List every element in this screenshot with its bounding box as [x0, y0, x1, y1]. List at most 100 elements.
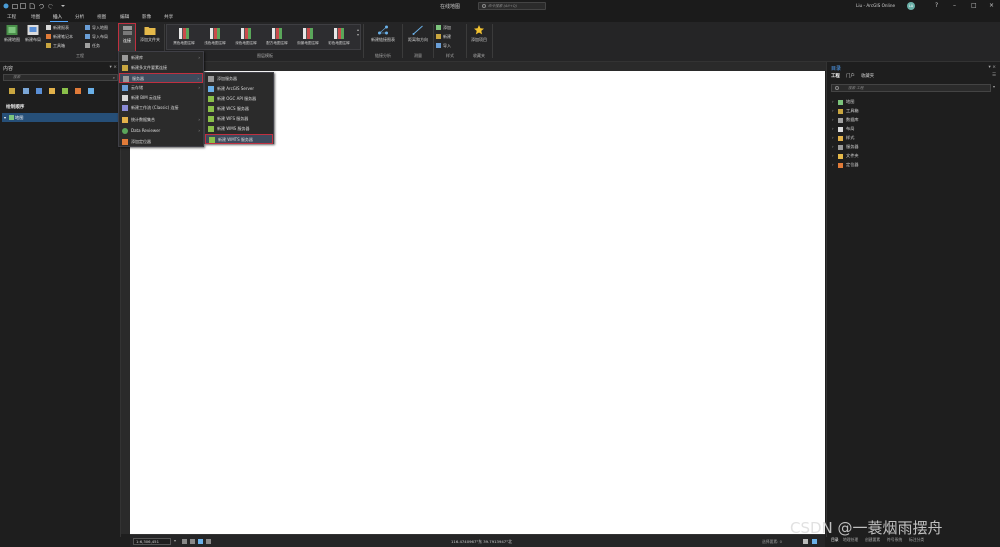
menu-item-server[interactable]: 服务器 ›	[119, 73, 203, 83]
minimize-icon[interactable]: –	[953, 3, 956, 9]
close-icon[interactable]: ×	[989, 3, 994, 9]
new-icon[interactable]	[29, 3, 35, 9]
help-icon[interactable]: ?	[935, 3, 938, 9]
catalog-item-locators[interactable]: › 定位器	[832, 161, 982, 170]
tab-analysis[interactable]: 分析	[75, 14, 84, 20]
submenu-item-new-wmts-server[interactable]: 新建 WMTS 服务器	[205, 134, 273, 144]
distance-direction-button[interactable]: 距离和方向	[404, 23, 432, 51]
rotate-icon[interactable]	[206, 539, 211, 544]
search-options-icon[interactable]: ▾	[993, 84, 995, 89]
list-by-perspective-icon[interactable]	[88, 88, 94, 94]
gallery-item[interactable]: 深色地图注释	[231, 27, 261, 49]
maximize-icon[interactable]: □	[971, 3, 977, 9]
scale-dropdown-icon[interactable]: ▾	[174, 538, 176, 543]
gallery-item[interactable]: 彩色地图注释	[324, 27, 354, 49]
scale-selector[interactable]: 1:6,306,451	[133, 538, 171, 545]
catalog-item-styles[interactable]: › 样式	[832, 134, 982, 143]
layer-template-gallery[interactable]: 黑色地图注释 浅色地图注释 深色地图注释 配方地图注释 街景地图注释 彩色地图注…	[166, 24, 361, 50]
menu-item-new-workflow-connection[interactable]: 新建工作流 (Classic) 连接	[119, 103, 203, 113]
catalog-item-databases[interactable]: › 数据库	[832, 116, 982, 125]
open-icon[interactable]	[12, 3, 18, 9]
undo-icon[interactable]	[38, 3, 44, 9]
import-map-button[interactable]: 导入地图	[85, 24, 117, 31]
command-search-input[interactable]: 命令搜索 (Alt+Q)	[478, 2, 546, 10]
grid-icon[interactable]	[182, 539, 187, 544]
redo-icon[interactable]	[48, 3, 54, 9]
zoom-icon[interactable]	[190, 539, 195, 544]
catalog-item-toolboxes[interactable]: › 工具箱	[832, 107, 982, 116]
catalog-item-maps[interactable]: › 地图	[832, 98, 982, 107]
connections-button[interactable]: 连接	[118, 23, 136, 52]
expand-icon[interactable]: ›	[832, 126, 834, 131]
new-style-button[interactable]: 新建	[436, 33, 464, 40]
menu-item-cloud-storage[interactable]: 云存储 ›	[119, 83, 203, 93]
refresh-icon[interactable]	[812, 539, 817, 544]
submenu-item-new-wcs-server[interactable]: 新建 WCS 服务器	[205, 104, 273, 114]
expand-icon[interactable]: ›	[832, 135, 834, 140]
gallery-item[interactable]: 黑色地图注释	[169, 27, 199, 49]
new-layout-button[interactable]: 新建布局	[23, 23, 43, 51]
toolbox-button[interactable]: 工具箱	[46, 42, 82, 49]
expand-icon[interactable]: ›	[832, 153, 834, 158]
list-by-selection-icon[interactable]	[36, 88, 42, 94]
list-by-editing-icon[interactable]	[49, 88, 55, 94]
menu-item-add-locator[interactable]: 添加定位器	[119, 137, 203, 147]
expand-icon[interactable]: ›	[832, 144, 834, 149]
catalog-item-folders[interactable]: › 文件夹	[832, 152, 982, 161]
catalog-tab-favorites[interactable]: 收藏夹	[861, 73, 874, 79]
expand-icon[interactable]: ›	[832, 108, 834, 113]
expand-icon[interactable]: ›	[832, 162, 834, 167]
catalog-tab-portal[interactable]: 门户	[846, 73, 855, 79]
tab-project[interactable]: 工程	[7, 14, 16, 20]
list-by-source-icon[interactable]	[23, 88, 29, 94]
expand-icon[interactable]: ›	[832, 117, 834, 122]
tab-view[interactable]: 视图	[97, 14, 106, 20]
tab-insert[interactable]: 插入	[53, 14, 62, 20]
submenu-item-add-server[interactable]: 添加服务器	[205, 74, 273, 84]
import-style-button[interactable]: 导入	[436, 42, 464, 49]
expand-icon[interactable]: ▾	[4, 115, 6, 120]
map-layer-item[interactable]: ▾ 地图	[2, 113, 119, 122]
expand-icon[interactable]: ›	[832, 99, 834, 104]
task-button[interactable]: 任务	[85, 42, 117, 49]
menu-item-data-reviewer[interactable]: Data Reviewer ›	[119, 126, 203, 136]
list-by-labeling-icon[interactable]	[75, 88, 81, 94]
submenu-item-new-wms-server[interactable]: 新建 WMS 服务器	[205, 124, 273, 134]
new-link-chart-button[interactable]: 新建链接图表	[366, 23, 400, 51]
submenu-item-new-ogc-api-server[interactable]: 新建 OGC API 服务器	[205, 94, 273, 104]
menu-item-new-bim-cloud[interactable]: 新建 BIM 云连接	[119, 93, 203, 103]
pane-options-icon[interactable]: ▾ ×	[989, 65, 996, 70]
add-folder-button[interactable]: 添加文件夹	[138, 23, 162, 51]
menu-item-new-multifile-feature[interactable]: 新建多文件要素连接	[119, 63, 203, 73]
pause-icon[interactable]	[803, 539, 808, 544]
submenu-item-new-arcgis-server[interactable]: 新建 ArcGIS Server	[205, 84, 273, 94]
navigate-icon[interactable]	[198, 539, 203, 544]
add-item-button[interactable]: 添加项目	[468, 23, 490, 51]
catalog-item-layouts[interactable]: › 布局	[832, 125, 982, 134]
contents-search-input[interactable]: 搜索 ⌕	[3, 74, 118, 81]
menu-item-statistical-data[interactable]: 统计数据集合 ›	[119, 115, 203, 125]
list-by-drawing-order-icon[interactable]	[9, 88, 15, 94]
gallery-item[interactable]: 配方地图注释	[262, 27, 292, 49]
catalog-menu-icon[interactable]: ☰	[992, 73, 996, 78]
submenu-item-new-wfs-server[interactable]: 新建 WFS 服务器	[205, 114, 273, 124]
avatar[interactable]: LA	[907, 2, 915, 10]
catalog-search-input[interactable]: 搜索 工程	[831, 84, 991, 92]
add-style-button[interactable]: 添加	[436, 24, 464, 31]
tab-edit[interactable]: 编辑	[120, 14, 129, 20]
signed-in-user[interactable]: Liu - ArcGIS Online	[856, 3, 895, 8]
save-icon[interactable]	[20, 3, 26, 9]
pane-options-icon[interactable]: ▾ ×	[110, 65, 117, 70]
catalog-item-servers[interactable]: › 服务器	[832, 143, 982, 152]
new-notebook-button[interactable]: 新建笔记本	[46, 33, 82, 40]
customize-quick-access-icon[interactable]	[60, 3, 66, 9]
import-layout-button[interactable]: 导入布局	[85, 33, 117, 40]
catalog-tab-project[interactable]: 工程	[831, 73, 840, 79]
list-by-snapping-icon[interactable]	[62, 88, 68, 94]
gallery-item[interactable]: 浅色地图注释	[200, 27, 230, 49]
tab-share[interactable]: 共享	[164, 14, 173, 20]
new-report-button[interactable]: 新建报表	[46, 24, 82, 31]
gallery-scroll-icon[interactable]: ▴ ▾	[357, 27, 359, 37]
gallery-item[interactable]: 街景地图注释	[293, 27, 323, 49]
tab-imagery[interactable]: 影像	[142, 14, 151, 20]
